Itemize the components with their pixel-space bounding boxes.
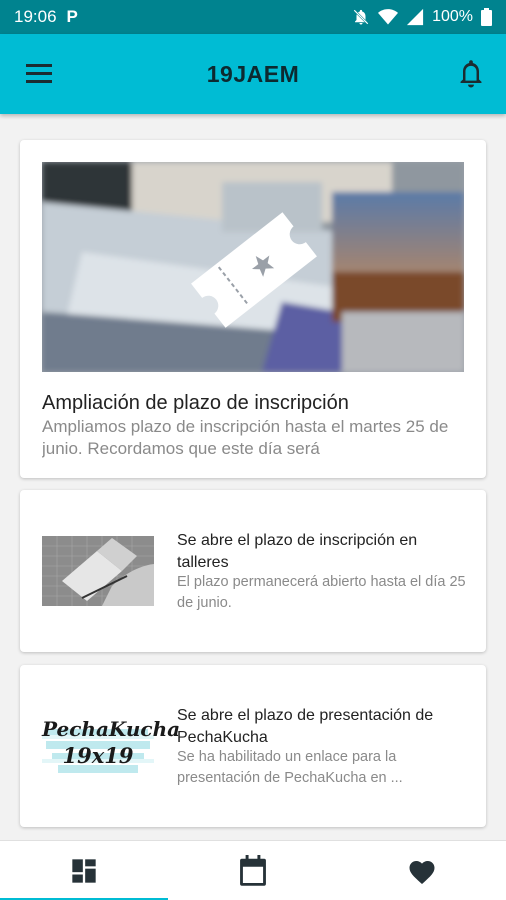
news-thumbnail (42, 536, 154, 606)
news-card[interactable]: PechaKucha 19x19 Se abre el plazo de pre… (20, 665, 486, 827)
pechakucha-logo: PechaKucha 19x19 (42, 711, 181, 781)
news-hero-image (42, 162, 464, 372)
heart-icon (409, 861, 435, 884)
menu-button[interactable] (24, 60, 56, 88)
nav-item-favorites[interactable] (338, 841, 506, 900)
news-title: Se abre el plazo de presentación de Pech… (177, 707, 434, 746)
news-summary: Ampliamos plazo de inscripción hasta el … (42, 417, 449, 458)
battery-percent: 100% (432, 8, 473, 25)
battery-icon (481, 8, 492, 26)
nav-item-calendar[interactable] (169, 841, 337, 900)
calendar-icon (240, 855, 266, 886)
bottom-navigation (0, 840, 506, 900)
status-icons: 100% (352, 8, 492, 26)
wifi-icon (378, 9, 399, 25)
news-card[interactable]: Ampliación de plazo de inscripción Ampli… (20, 140, 486, 478)
ticket-photo (42, 162, 464, 372)
pechakucha-logo-line2: 19x19 (62, 743, 134, 768)
app-bar: 19JAEM (0, 34, 506, 114)
cell-signal-icon (406, 8, 424, 26)
notifications-button[interactable] (456, 58, 486, 90)
news-summary: El plazo permanecerá abierto hasta el dí… (177, 574, 466, 611)
nav-item-news[interactable] (0, 841, 168, 900)
hamburger-menu-icon (26, 64, 52, 83)
bell-off-icon (353, 9, 369, 25)
pechakucha-logo-line1: PechaKucha (42, 717, 181, 741)
news-title: Ampliación de plazo de inscripción (42, 392, 349, 414)
app-title: 19JAEM (206, 60, 300, 87)
status-bar: 19:06 P 100% (0, 0, 506, 34)
news-title: Se abre el plazo de inscripción en talle… (177, 532, 418, 571)
notification-p-icon: P (66, 7, 78, 26)
dashboard-icon (72, 859, 96, 883)
news-card[interactable]: Se abre el plazo de inscripción en talle… (20, 490, 486, 652)
status-time: 19:06 (14, 7, 57, 26)
bell-icon (460, 60, 482, 88)
news-summary: Se ha habilitado un enlace para la prese… (177, 749, 403, 786)
